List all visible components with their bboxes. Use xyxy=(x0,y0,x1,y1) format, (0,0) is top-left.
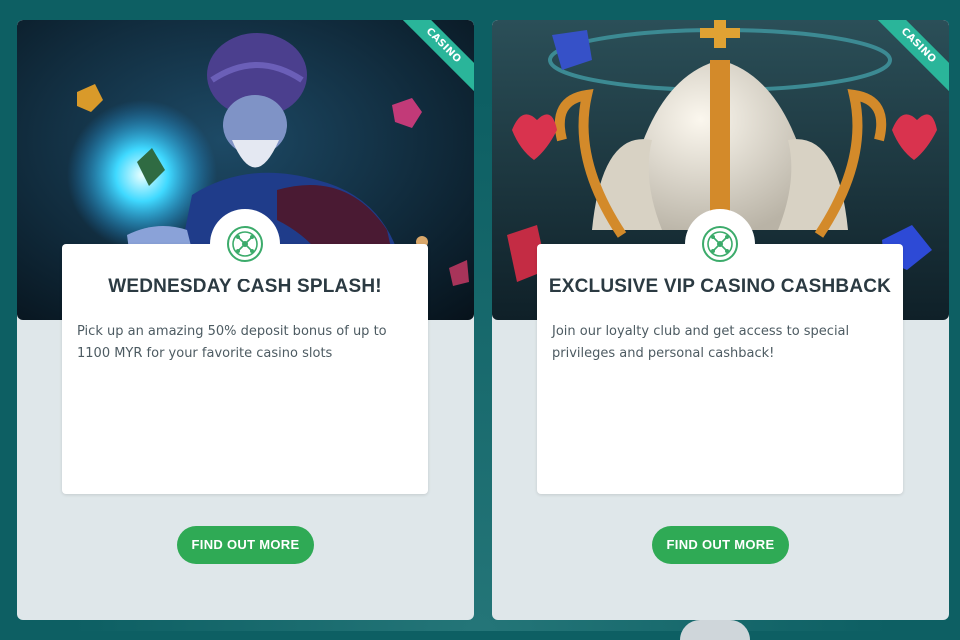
promo-info-panel: WEDNESDAY CASH SPLASH! Pick up an amazin… xyxy=(62,244,428,494)
casino-ribbon: CASINO xyxy=(394,20,474,100)
promo-description: Pick up an amazing 50% deposit bonus of … xyxy=(77,324,387,361)
promo-info-panel: EXCLUSIVE VIP CASINO CASHBACK Join our l… xyxy=(537,244,903,494)
casino-ribbon: CASINO xyxy=(869,20,949,100)
promo-description: Join our loyalty club and get access to … xyxy=(552,324,850,361)
roulette-wheel-icon xyxy=(210,209,280,279)
casino-ribbon-label: CASINO xyxy=(869,20,949,100)
promo-title: WEDNESDAY CASH SPLASH! xyxy=(108,276,382,297)
promo-title: EXCLUSIVE VIP CASINO CASHBACK xyxy=(548,276,892,297)
promo-card-exclusive-vip-cashback[interactable]: CASINO EXCLUSIVE VIP CASINO CASHBACK Joi… xyxy=(492,20,949,620)
find-out-more-button[interactable]: FIND OUT MORE xyxy=(652,526,789,564)
casino-ribbon-label: CASINO xyxy=(394,20,474,100)
promo-card-wednesday-cash-splash[interactable]: CASINO WEDNESDAY CASH SPLASH! Pick up an… xyxy=(17,20,474,620)
find-out-more-button[interactable]: FIND OUT MORE xyxy=(177,526,314,564)
next-card-image-peek xyxy=(680,620,750,640)
roulette-wheel-icon xyxy=(685,209,755,279)
